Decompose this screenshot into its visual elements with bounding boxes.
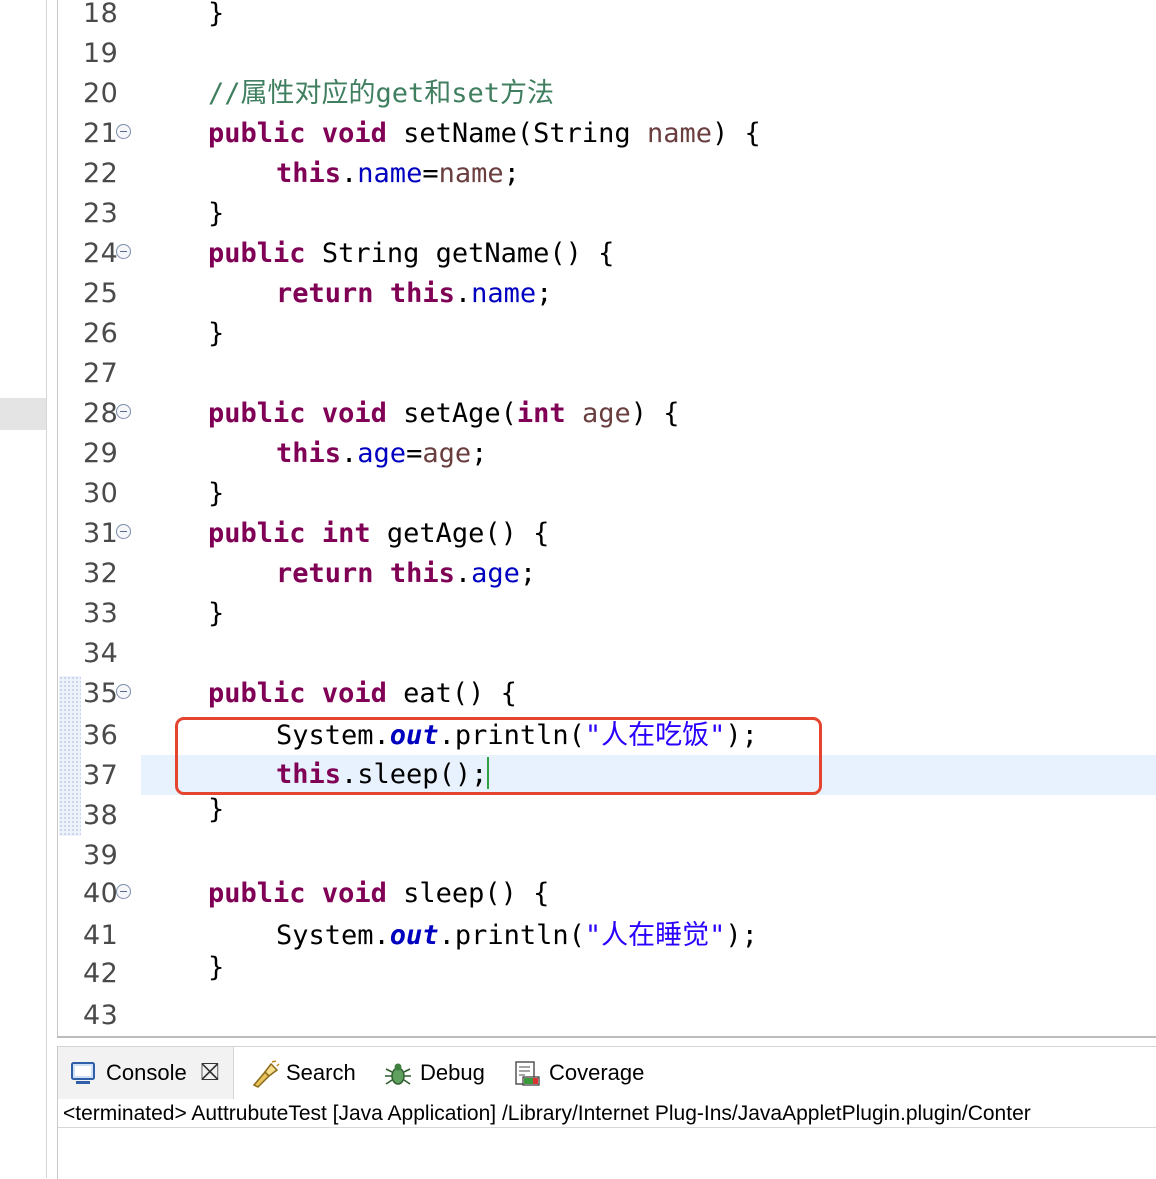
code-line-23[interactable]: 23 } bbox=[58, 194, 1156, 234]
code-line-21[interactable]: 21 public void setName(String name) { bbox=[58, 114, 1156, 154]
line-number: 36 bbox=[83, 720, 119, 751]
code-line-34[interactable]: 34 bbox=[58, 634, 1156, 674]
line-number: 38 bbox=[83, 800, 119, 831]
line-number: 41 bbox=[83, 920, 119, 951]
code-text: this.name=name; bbox=[276, 158, 520, 189]
tab-label: Console bbox=[106, 1060, 187, 1085]
coverage-icon bbox=[513, 1060, 540, 1086]
line-number: 22 bbox=[83, 158, 119, 189]
code-text: return this.age; bbox=[276, 558, 537, 589]
tab-debug[interactable]: Debug bbox=[384, 1047, 485, 1099]
console-panel: Console ⛝ Search Debug Coverage <termina… bbox=[57, 1046, 1156, 1179]
debug-bug-icon bbox=[384, 1060, 411, 1086]
console-tab-bar: Console ⛝ Search Debug Coverage bbox=[58, 1047, 1156, 1099]
line-number: 30 bbox=[83, 478, 119, 509]
tab-coverage[interactable]: Coverage bbox=[513, 1047, 644, 1099]
code-line-38[interactable]: 38 } bbox=[58, 794, 1156, 836]
left-side-panel bbox=[0, 0, 47, 1178]
code-text: } bbox=[208, 794, 225, 825]
console-divider bbox=[58, 1127, 1156, 1128]
comment-text: //属性对应的get和set方法 bbox=[208, 78, 555, 109]
tab-label: Coverage bbox=[549, 1060, 645, 1085]
console-icon bbox=[70, 1060, 96, 1086]
line-number: 21 bbox=[83, 118, 119, 149]
line-number: 40 bbox=[83, 878, 119, 909]
line-number: 32 bbox=[83, 558, 119, 589]
line-number: 27 bbox=[83, 358, 119, 389]
code-line-35[interactable]: 35 public void eat() { bbox=[58, 674, 1156, 714]
code-line-33[interactable]: 33 } bbox=[58, 594, 1156, 634]
fold-collapse-icon[interactable] bbox=[116, 884, 131, 899]
tab-label: Debug bbox=[420, 1060, 485, 1085]
code-line-22[interactable]: 22 this.name=name; bbox=[58, 154, 1156, 194]
line-number: 43 bbox=[83, 1000, 119, 1031]
code-line-30[interactable]: 30 } bbox=[58, 474, 1156, 514]
code-line-42[interactable]: 42 } bbox=[58, 952, 1156, 994]
line-number-row-37: 37 bbox=[58, 756, 138, 796]
code-line-29[interactable]: 29 this.age=age; bbox=[58, 434, 1156, 474]
code-text: this.age=age; bbox=[276, 438, 488, 469]
code-line-18[interactable]: 18 } bbox=[58, 0, 1156, 34]
code-text: } bbox=[208, 598, 225, 629]
code-text: public int getAge() { bbox=[208, 518, 550, 549]
line-number: 39 bbox=[83, 840, 119, 871]
line-number: 18 bbox=[83, 0, 119, 29]
line-number: 29 bbox=[83, 438, 119, 469]
fold-collapse-icon[interactable] bbox=[116, 244, 131, 259]
line-number: 34 bbox=[83, 638, 119, 669]
code-text: public String getName() { bbox=[208, 238, 615, 269]
line-number: 26 bbox=[83, 318, 119, 349]
line-number: 33 bbox=[83, 598, 119, 629]
code-line-19[interactable]: 19 bbox=[58, 34, 1156, 74]
code-text: } bbox=[208, 318, 225, 349]
line-number: 20 bbox=[83, 78, 119, 109]
code-line-24[interactable]: 24 public String getName() { bbox=[58, 234, 1156, 274]
code-text: return this.name; bbox=[276, 278, 553, 309]
annotation-highlight-box bbox=[175, 717, 822, 795]
fold-collapse-icon[interactable] bbox=[116, 524, 131, 539]
code-line-43[interactable]: 43 bbox=[58, 996, 1156, 1036]
code-line-32[interactable]: 32 return this.age; bbox=[58, 554, 1156, 594]
tab-console[interactable]: Console ⛝ bbox=[58, 1047, 234, 1099]
line-number: 23 bbox=[83, 198, 119, 229]
tab-label: Search bbox=[286, 1060, 356, 1085]
code-text: } bbox=[208, 478, 225, 509]
code-line-25[interactable]: 25 return this.name; bbox=[58, 274, 1156, 314]
search-flashlight-icon bbox=[250, 1058, 280, 1088]
editor-bottom-border bbox=[57, 1036, 1156, 1038]
code-line-40[interactable]: 40 public void sleep() { bbox=[58, 874, 1156, 914]
line-number: 28 bbox=[83, 398, 119, 429]
code-line-20[interactable]: 20 //属性对应的get和set方法 bbox=[58, 74, 1156, 114]
code-text: public void sleep() { bbox=[208, 878, 550, 909]
fold-collapse-icon[interactable] bbox=[116, 124, 131, 139]
code-text: } bbox=[208, 198, 225, 229]
fold-collapse-icon[interactable] bbox=[116, 684, 131, 699]
code-text: public void setAge(int age) { bbox=[208, 398, 680, 429]
console-status-text: <terminated> AuttrubuteTest [Java Applic… bbox=[63, 1102, 1031, 1125]
code-text: } bbox=[208, 952, 225, 983]
code-text: System.out.println("人在睡觉"); bbox=[276, 920, 758, 951]
line-number: 24 bbox=[83, 238, 119, 269]
code-line-26[interactable]: 26 } bbox=[58, 314, 1156, 354]
code-line-31[interactable]: 31 public int getAge() { bbox=[58, 514, 1156, 554]
close-icon[interactable]: ⛝ bbox=[201, 1059, 219, 1087]
line-number: 42 bbox=[83, 958, 119, 989]
code-text: public void eat() { bbox=[208, 678, 517, 709]
fold-collapse-icon[interactable] bbox=[116, 404, 131, 419]
code-line-27[interactable]: 27 bbox=[58, 354, 1156, 394]
tab-search[interactable]: Search bbox=[250, 1047, 356, 1099]
line-number: 19 bbox=[83, 38, 119, 69]
left-panel-selection-marker bbox=[0, 398, 46, 430]
code-text: public void setName(String name) { bbox=[208, 118, 761, 149]
code-line-28[interactable]: 28 public void setAge(int age) { bbox=[58, 394, 1156, 434]
code-line-39[interactable]: 39 bbox=[58, 836, 1156, 876]
code-editor[interactable]: 18 } 19 20 //属性对应的get和set方法 21 public vo… bbox=[57, 0, 1156, 1036]
line-number: 25 bbox=[83, 278, 119, 309]
line-number: 35 bbox=[83, 678, 119, 709]
code-text: } bbox=[208, 0, 225, 29]
line-number: 37 bbox=[83, 760, 119, 791]
line-number: 31 bbox=[83, 518, 119, 549]
